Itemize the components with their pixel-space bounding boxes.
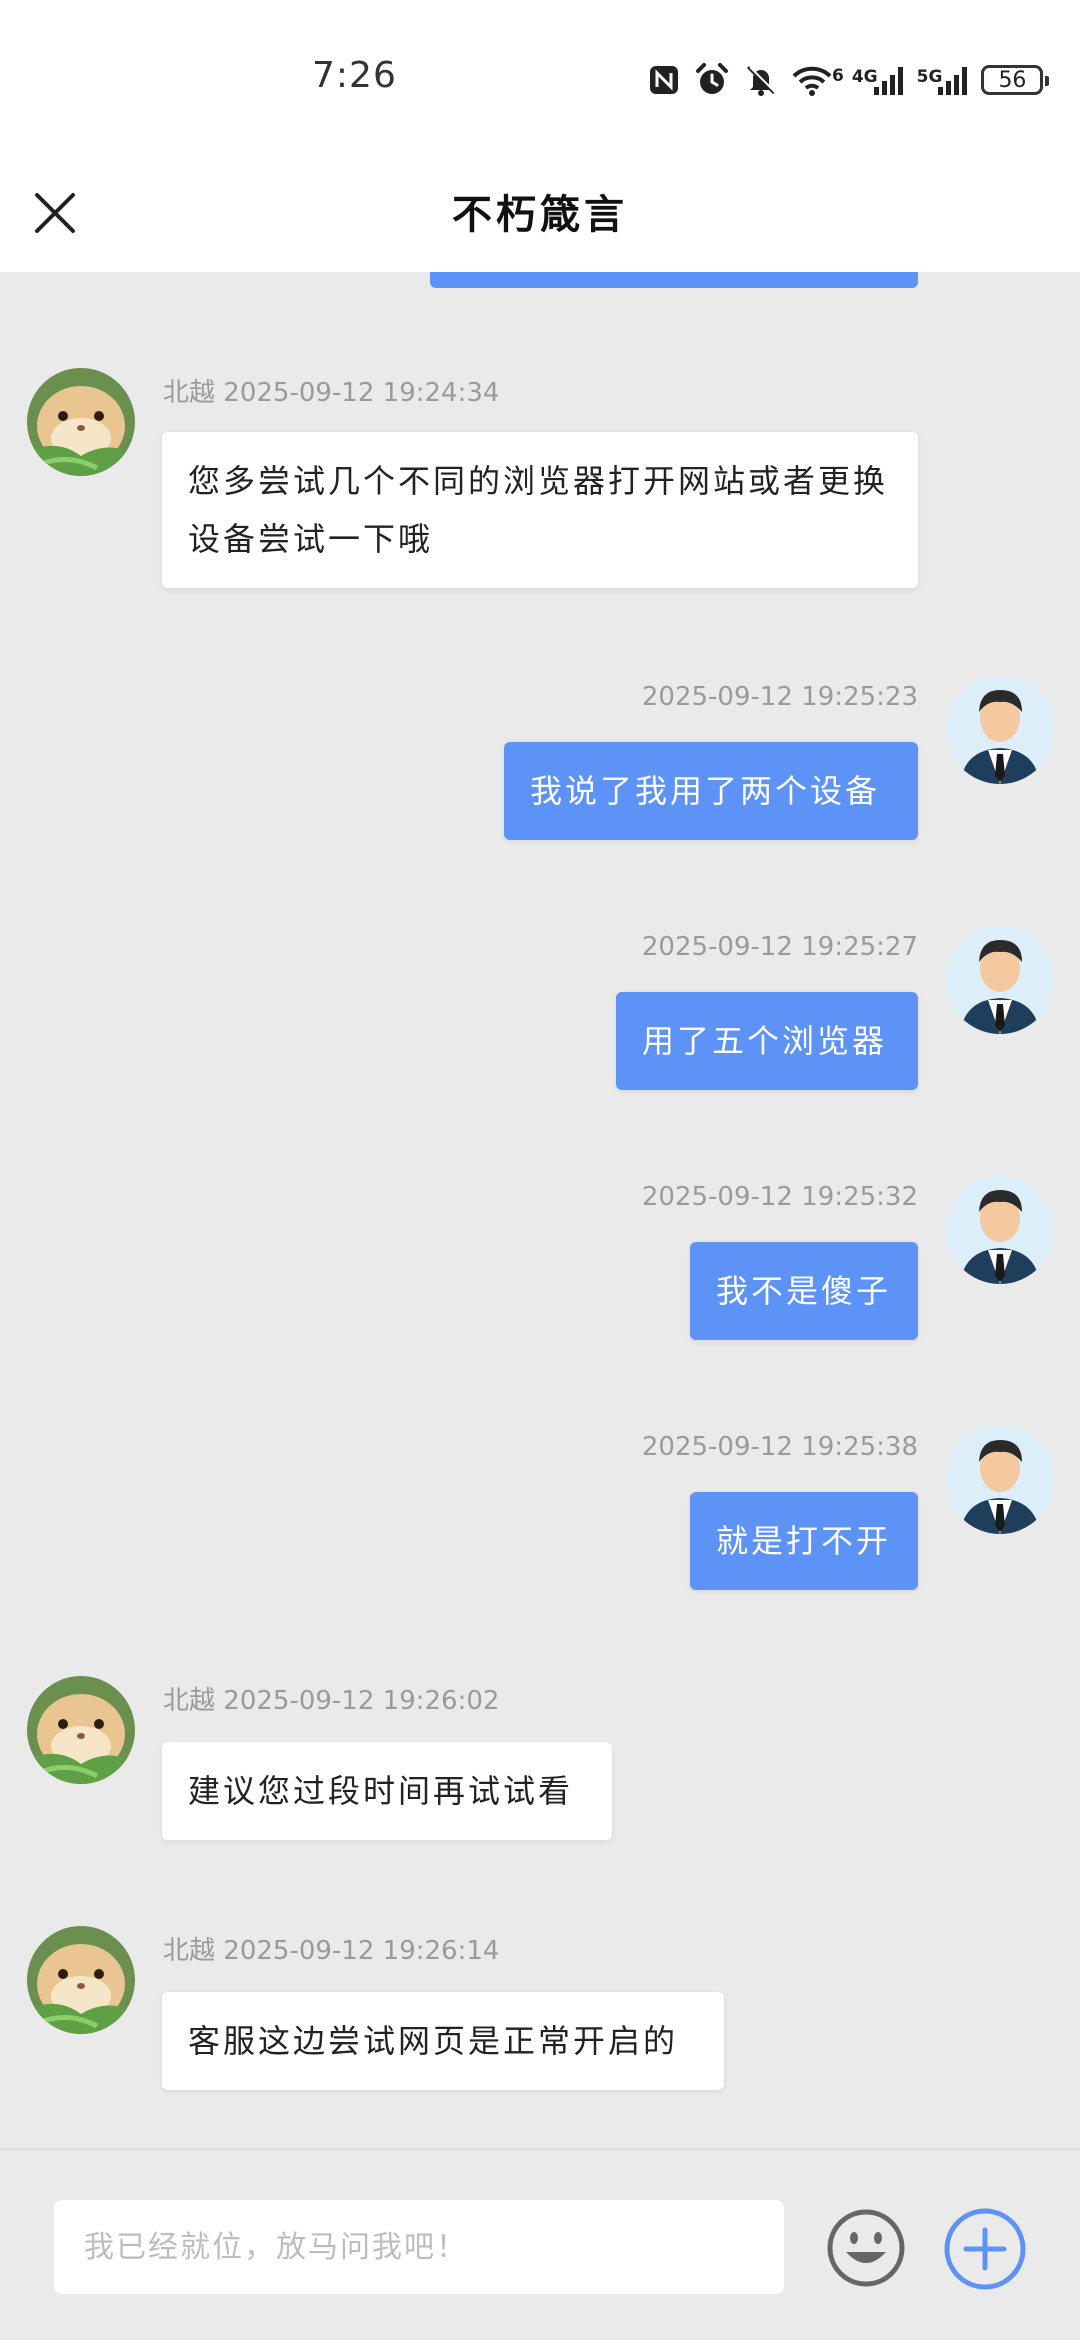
incoming-message-bubble[interactable]: 您多尝试几个不同的浏览器打开网站或者更换设备尝试一下哦: [162, 432, 918, 588]
agent-avatar[interactable]: [27, 368, 135, 476]
signal-4g-icon: [873, 65, 903, 95]
signal-5g-icon: [938, 65, 968, 95]
status-icons: 6 4G 5G 56: [648, 58, 1050, 102]
input-bar: [0, 2148, 1080, 2340]
sender-name: 北越: [163, 1686, 216, 1716]
message-timestamp: 2025-09-12 19:26:02: [223, 1686, 500, 1716]
plus-icon: [944, 2208, 1026, 2290]
chat-messages[interactable]: 北越 2025-09-12 19:24:34 您多尝试几个不同的浏览器打开网站或…: [0, 272, 1080, 2148]
user-avatar-icon: [946, 676, 1054, 784]
emoji-button[interactable]: [826, 2208, 906, 2288]
message-meta: 北越 2025-09-12 19:26:02: [163, 1680, 499, 1717]
status-bar: 7:26 6 4G 5G 56: [0, 0, 1080, 160]
outgoing-message-bubble[interactable]: 我说了我用了两个设备: [504, 742, 918, 840]
message-timestamp: 2025-09-12 19:26:14: [223, 1936, 500, 1966]
nfc-icon: [650, 66, 678, 94]
message-timestamp: 2025-09-12 19:25:32: [641, 1182, 918, 1212]
page-title: 不朽箴言: [452, 192, 628, 238]
message-timestamp: 2025-09-12 19:25:27: [641, 932, 918, 962]
message-input[interactable]: [54, 2200, 784, 2294]
user-avatar-icon: [946, 926, 1054, 1034]
hamster-avatar-icon: [27, 368, 135, 476]
outgoing-message-bubble[interactable]: 用了五个浏览器: [616, 992, 918, 1090]
user-avatar[interactable]: [946, 926, 1054, 1034]
message-timestamp: 2025-09-12 19:25:23: [641, 682, 918, 712]
user-avatar[interactable]: [946, 676, 1054, 784]
user-avatar[interactable]: [946, 1426, 1054, 1534]
sender-name: 北越: [163, 1936, 216, 1966]
message-meta: 北越 2025-09-12 19:26:14: [163, 1930, 499, 1967]
wifi-standard-label: 6: [832, 66, 844, 86]
sender-name: 北越: [163, 378, 216, 408]
hamster-avatar-icon: [27, 1676, 135, 1784]
incoming-message-bubble[interactable]: 建议您过段时间再试试看: [162, 1742, 612, 1840]
status-time: 7:26: [312, 55, 397, 96]
chat-header: 不朽箴言: [0, 160, 1080, 272]
user-avatar[interactable]: [946, 1176, 1054, 1284]
incoming-message-bubble[interactable]: 客服这边尝试网页是正常开启的: [162, 1992, 724, 2090]
previous-message-bubble[interactable]: [430, 272, 918, 288]
outgoing-message-bubble[interactable]: 我不是傻子: [690, 1242, 918, 1340]
user-avatar-icon: [946, 1426, 1054, 1534]
message-timestamp: 2025-09-12 19:25:38: [641, 1432, 918, 1462]
outgoing-message-bubble[interactable]: 就是打不开: [690, 1492, 918, 1590]
wifi-icon: [792, 66, 832, 96]
message-timestamp: 2025-09-12 19:24:34: [223, 378, 500, 408]
message-meta: 北越 2025-09-12 19:24:34: [163, 372, 499, 409]
battery-icon: 56: [981, 65, 1050, 95]
add-attachment-button[interactable]: [942, 2206, 1028, 2292]
user-avatar-icon: [946, 1176, 1054, 1284]
emoji-icon: [827, 2209, 905, 2287]
agent-avatar[interactable]: [27, 1676, 135, 1784]
alarm-icon: [696, 63, 728, 94]
mute-icon: [746, 65, 777, 96]
agent-avatar[interactable]: [27, 1926, 135, 2034]
hamster-avatar-icon: [27, 1926, 135, 2034]
